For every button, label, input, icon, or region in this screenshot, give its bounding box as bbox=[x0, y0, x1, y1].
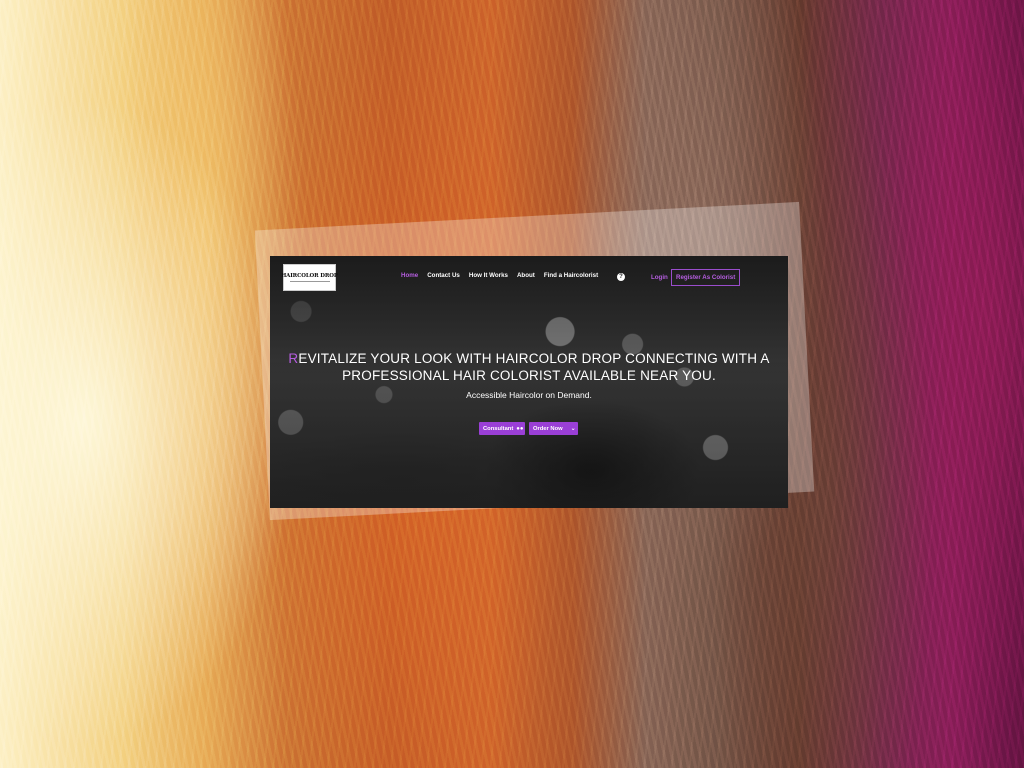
nav-item-contact-us[interactable]: Contact Us bbox=[427, 272, 460, 279]
consultant-button[interactable]: Consultant ●● bbox=[479, 422, 525, 435]
consultant-button-label: Consultant bbox=[483, 425, 514, 432]
nav-item-about[interactable]: About bbox=[517, 272, 535, 279]
hero-title-line2: PROFESSIONAL HAIR COLORIST AVAILABLE NEA… bbox=[342, 367, 716, 383]
order-now-button[interactable]: Order Now ⌄ bbox=[529, 422, 578, 435]
hero-title-line1: EVITALIZE YOUR LOOK WITH HAIRCOLOR DROP … bbox=[298, 351, 770, 366]
register-colorist-button[interactable]: Register As Colorist bbox=[671, 269, 741, 286]
hero-subtitle: Accessible Haircolor on Demand. bbox=[466, 390, 592, 400]
help-icon[interactable]: ? bbox=[617, 273, 625, 281]
hero-title-first-letter: R bbox=[288, 351, 299, 366]
nav-menu: Home Contact Us How It Works About Find … bbox=[401, 272, 598, 279]
nav-item-home[interactable]: Home bbox=[401, 272, 418, 279]
website-screenshot: HAIRCOLOR DROP Home Contact Us How It Wo… bbox=[270, 256, 788, 508]
order-now-button-label: Order Now bbox=[533, 425, 563, 432]
nav-item-find-haircolorist[interactable]: Find a Haircolorist bbox=[544, 272, 598, 279]
people-icon: ●● bbox=[516, 425, 524, 432]
chevron-down-icon: ⌄ bbox=[570, 426, 576, 432]
nav-item-how-it-works[interactable]: How It Works bbox=[469, 272, 508, 279]
site-navbar: HAIRCOLOR DROP Home Contact Us How It Wo… bbox=[270, 256, 788, 300]
logo-text: HAIRCOLOR DROP bbox=[281, 273, 338, 279]
hero-title: REVITALIZE YOUR LOOK WITH HAIRCOLOR DROP… bbox=[270, 351, 788, 384]
login-link[interactable]: Login bbox=[651, 274, 668, 281]
logo-underline bbox=[289, 281, 330, 282]
site-logo[interactable]: HAIRCOLOR DROP bbox=[281, 264, 338, 291]
